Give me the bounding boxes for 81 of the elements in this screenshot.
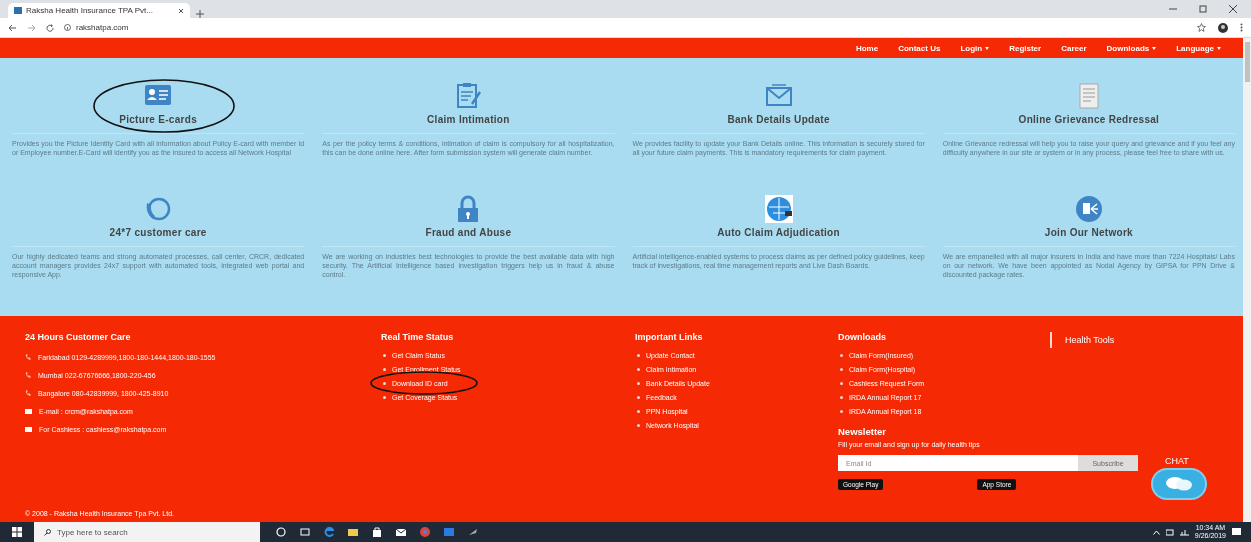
bullet-icon: [637, 381, 640, 385]
bullet-icon: [383, 367, 386, 371]
avatar-icon[interactable]: [1218, 22, 1228, 33]
bullet-icon: [637, 367, 640, 371]
service-title[interactable]: 24*7 customer care: [109, 227, 207, 238]
taskbar-search-field[interactable]: Type here to search: [34, 522, 260, 542]
service-title[interactable]: Fraud and Abuse: [425, 227, 512, 238]
chat-bubbles-icon: [1165, 476, 1193, 492]
network-icon[interactable]: [1179, 528, 1189, 536]
network-icon[interactable]: [1074, 195, 1103, 223]
bullet-icon: [637, 409, 640, 413]
bullet-icon: [383, 353, 386, 357]
service-title[interactable]: Auto Claim Adjudication: [717, 227, 840, 238]
phone-icon: [25, 354, 31, 360]
service-title[interactable]: Bank Details Update: [727, 114, 830, 125]
favicon-icon: [14, 7, 22, 14]
battery-icon[interactable]: [1165, 528, 1174, 536]
browser-icon[interactable]: [324, 527, 334, 537]
service-title[interactable]: Online Grievance Redressal: [1018, 114, 1160, 125]
menu-icon[interactable]: [1240, 23, 1243, 32]
circle-icon[interactable]: [276, 527, 286, 537]
nav-link[interactable]: Contact Us: [898, 43, 941, 53]
tab-title: Raksha Health Insurance TPA Pvt...: [26, 6, 154, 15]
nav-link[interactable]: Career: [1061, 43, 1087, 53]
maximize-icon[interactable]: [1199, 5, 1207, 13]
service-title[interactable]: Join Our Network: [1044, 227, 1133, 238]
bag-icon[interactable]: [372, 527, 382, 537]
window-icon[interactable]: [444, 527, 454, 537]
task-view-icon[interactable]: [300, 527, 310, 537]
chat-label: CHAT: [1165, 456, 1189, 466]
bullet-icon: [840, 395, 843, 399]
bullet-icon: [840, 353, 843, 357]
newsletter-heading: Newsletter: [838, 426, 888, 437]
phone-icon[interactable]: [144, 195, 173, 223]
close-icon[interactable]: [1229, 5, 1237, 13]
caret-icon: [1217, 46, 1221, 50]
nav-link[interactable]: Downloads: [1106, 43, 1157, 53]
bullet-icon: [637, 423, 640, 427]
column-heading: Important Links: [635, 332, 704, 342]
mail-icon[interactable]: [396, 527, 406, 537]
mail-icon: [25, 408, 32, 414]
chat-button[interactable]: [1153, 470, 1205, 498]
search-icon: [44, 528, 51, 536]
service-title[interactable]: Claim Intimation: [427, 114, 510, 125]
nav-link[interactable]: Register: [1009, 43, 1042, 53]
nav-link[interactable]: Login: [960, 43, 990, 53]
health-tools-link[interactable]: Health Tools: [1065, 335, 1115, 345]
phone-icon: [25, 390, 31, 396]
chrome-icon[interactable]: [420, 527, 430, 537]
bullet-icon: [383, 395, 386, 399]
clipboard-icon[interactable]: [454, 82, 483, 110]
bullet-icon: [637, 353, 640, 357]
star-icon[interactable]: [1197, 23, 1206, 32]
phone-icon: [25, 372, 31, 378]
column-heading: 24 Hours Customer Care: [25, 332, 132, 342]
globe-icon[interactable]: [764, 195, 793, 223]
nav-link[interactable]: Home: [855, 43, 879, 53]
service-title[interactable]: Picture E-cards: [119, 114, 198, 125]
info-icon[interactable]: [64, 24, 71, 31]
bullet-icon: [637, 395, 640, 399]
nav-link[interactable]: Language: [1176, 43, 1221, 53]
reload-icon[interactable]: [46, 23, 54, 32]
caret-icon: [985, 46, 990, 50]
bullet-icon: [840, 367, 843, 371]
new-tab-icon[interactable]: [196, 10, 204, 18]
back-icon[interactable]: [8, 23, 17, 32]
column-heading: Real Time Status: [381, 332, 455, 342]
url-field[interactable]: rakshatpa.com: [76, 23, 129, 32]
browser-tab[interactable]: Raksha Health Insurance TPA Pvt...: [8, 3, 190, 18]
column-heading: Downloads: [838, 332, 887, 342]
bullet-icon: [840, 381, 843, 385]
bullet-icon: [383, 381, 386, 385]
close-icon[interactable]: [178, 7, 184, 14]
windows-icon[interactable]: [12, 527, 22, 537]
folder-icon[interactable]: [348, 527, 358, 537]
scrollbar[interactable]: [1243, 38, 1251, 522]
notification-icon[interactable]: [1232, 528, 1241, 536]
chevron-icon[interactable]: [1152, 529, 1160, 535]
caret-icon: [1152, 46, 1157, 50]
mail-icon: [25, 426, 32, 432]
bullet-icon: [840, 409, 843, 413]
